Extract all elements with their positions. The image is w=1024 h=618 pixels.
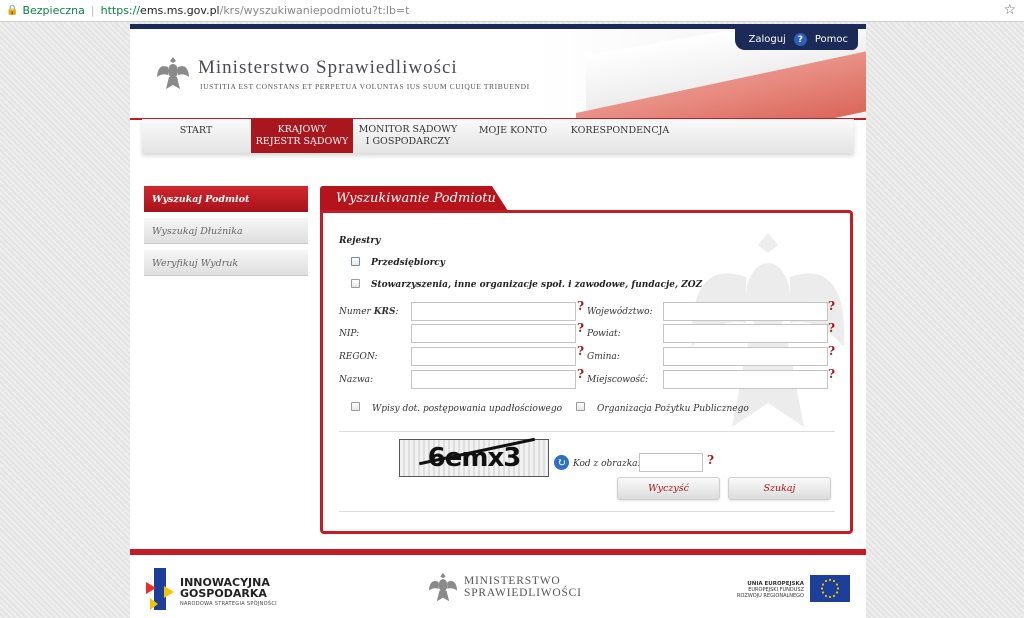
voivodeship-help-icon[interactable]: ? (828, 299, 835, 313)
search-panel: Rejestry Przedsiębiorcy Stowarzyszenia, … (320, 210, 853, 534)
url-protocol: https:// (100, 4, 141, 17)
sidebar-item-search-debtor[interactable]: Wyszukaj Dłużnika (144, 218, 308, 244)
captcha-code-label: Kod z obrazka: (573, 459, 641, 469)
sidebar-item-search-entity[interactable]: Wyszukaj Podmiot (144, 186, 308, 212)
nav-item-start[interactable]: START (142, 119, 250, 153)
bookmark-star-icon[interactable]: ☆ (1003, 2, 1016, 18)
eu-line3: ROZWOJU REGIONALNEGO (736, 593, 804, 599)
url-host: ems.ms.gov.pl (140, 4, 220, 17)
lock-icon: 🔒 (6, 5, 19, 16)
login-link[interactable]: Zaloguj (749, 34, 786, 45)
name-input[interactable] (411, 370, 576, 389)
secure-label: Bezpieczna (22, 4, 85, 17)
ministry-footer-logo-text: Ministerstwo Sprawiedliwości (464, 575, 582, 599)
nip-input[interactable] (411, 324, 576, 343)
nav-item-krs[interactable]: KRAJOWY REJESTR SĄDOWY (251, 119, 353, 153)
ms-line2: Sprawiedliwości (464, 587, 582, 599)
eu-flag-icon (810, 575, 850, 602)
district-help-icon[interactable]: ? (828, 321, 835, 335)
commune-input[interactable] (663, 347, 828, 366)
name-label: Nazwa: (339, 375, 374, 385)
help-link[interactable]: Pomoc (815, 34, 848, 45)
refresh-captcha-icon[interactable]: ↻ (554, 455, 569, 470)
search-button[interactable]: Szukaj (728, 477, 831, 500)
krs-input[interactable] (411, 302, 576, 321)
checkbox-associations-label: Stowarzyszenia, inne organizacje społ. i… (371, 280, 703, 290)
form-bottom-divider (339, 511, 835, 512)
regon-label: REGON: (339, 352, 378, 362)
nav-item-label: KRAJOWY (277, 124, 327, 135)
regon-input[interactable] (411, 347, 576, 366)
locality-label: Miejscowość: (587, 375, 649, 385)
clear-button[interactable]: Wyczyść (617, 477, 720, 500)
captcha-image: 6emx3 (399, 437, 549, 477)
main-nav: START KRAJOWY REJESTR SĄDOWY MONITOR SĄD… (142, 119, 854, 153)
nav-item-label: START (179, 125, 213, 136)
captcha-help-icon[interactable]: ? (707, 453, 714, 467)
commune-label: Gmina: (587, 352, 620, 362)
panel-title: Wyszukiwanie Podmiotu (320, 186, 508, 211)
nav-item-my-account[interactable]: MOJE KONTO (468, 119, 558, 153)
checkbox-entrepreneurs[interactable] (351, 257, 360, 266)
ministry-motto: IUSTITIA EST CONSTANS ET PERPETUA VOLUNT… (200, 82, 530, 91)
krs-help-icon[interactable]: ? (577, 299, 584, 313)
locality-help-icon[interactable]: ? (828, 367, 835, 381)
name-help-icon[interactable]: ? (577, 367, 584, 381)
page-container: Ministerstwo Sprawiedliwości IUSTITIA ES… (130, 24, 866, 618)
checkbox-public-benefit-label: Organizacja Pożytku Publicznego (597, 404, 749, 414)
url-field[interactable]: https://ems.ms.gov.pl/krs/wyszukiwaniepo… (101, 4, 410, 17)
checkbox-entrepreneurs-label: Przedsiębiorcy (371, 258, 446, 268)
captcha-code-input[interactable] (639, 453, 703, 472)
voivodeship-label: Województwo: (587, 307, 653, 317)
eu-fund-text: UNIA EUROPEJSKA EUROPEJSKI FUNDUSZ ROZWO… (728, 581, 804, 599)
ms-line1: Ministerstwo (464, 575, 561, 587)
site-header: Ministerstwo Sprawiedliwości IUSTITIA ES… (130, 24, 866, 120)
url-path: /krs/wyszukiwaniepodmiotu?t:lb=t (219, 4, 410, 17)
nip-help-icon[interactable]: ? (577, 321, 584, 335)
checkbox-bankruptcy[interactable] (351, 402, 360, 411)
krs-label-prefix: Numer (339, 307, 374, 317)
nav-item-label-line2: I GOSPODARCZY (365, 136, 451, 147)
innovative-economy-subtitle: NARODOWA STRATEGIA SPÓJNOŚCI (180, 601, 277, 607)
nav-item-label: MONITOR SĄDOWY (358, 124, 458, 135)
nav-item-correspondence[interactable]: KORESPONDENCJA (566, 119, 674, 153)
checkbox-bankruptcy-label: Wpisy dot. postępowania upadłościowego (372, 404, 563, 414)
checkbox-associations[interactable] (351, 279, 360, 288)
eagle-emblem-icon (157, 57, 189, 89)
ministry-title: Ministerstwo Sprawiedliwości (198, 57, 458, 78)
voivodeship-input[interactable] (663, 302, 828, 321)
locality-input[interactable] (663, 370, 828, 389)
krs-label-suffix: : (395, 307, 399, 317)
krs-label-bold: KRS (373, 307, 396, 317)
district-input[interactable] (663, 324, 828, 343)
commune-help-icon[interactable]: ? (828, 344, 835, 358)
district-label: Powiat: (587, 329, 621, 339)
help-icon[interactable]: ? (793, 33, 807, 46)
ministry-eagle-icon (428, 573, 458, 602)
registers-label: Rejestry (339, 236, 381, 246)
address-separator: | (90, 4, 95, 17)
ig-title-line2: GOSPODARKA (180, 587, 267, 600)
regon-help-icon[interactable]: ? (577, 344, 584, 358)
sidebar-item-verify-printout[interactable]: Weryfikuj Wydruk (144, 250, 308, 276)
browser-address-bar: 🔒 Bezpieczna | https://ems.ms.gov.pl/krs… (0, 0, 1024, 22)
nip-label: NIP: (339, 329, 360, 339)
top-links: Zaloguj ? Pomoc (734, 29, 858, 50)
site-footer: INNOWACYJNA GOSPODARKA NARODOWA STRATEGI… (130, 555, 866, 618)
checkbox-public-benefit[interactable] (576, 402, 585, 411)
nav-item-label: KORESPONDENCJA (570, 125, 670, 136)
krs-label: Numer KRS: (339, 307, 399, 317)
form-divider (339, 431, 835, 432)
nav-item-label: MOJE KONTO (478, 125, 548, 136)
innovative-economy-logo-icon (146, 568, 174, 610)
nav-item-label-line2: REJESTR SĄDOWY (255, 136, 349, 147)
nav-item-monitor[interactable]: MONITOR SĄDOWY I GOSPODARCZY (358, 119, 458, 153)
innovative-economy-title: INNOWACYJNA GOSPODARKA (180, 577, 270, 599)
